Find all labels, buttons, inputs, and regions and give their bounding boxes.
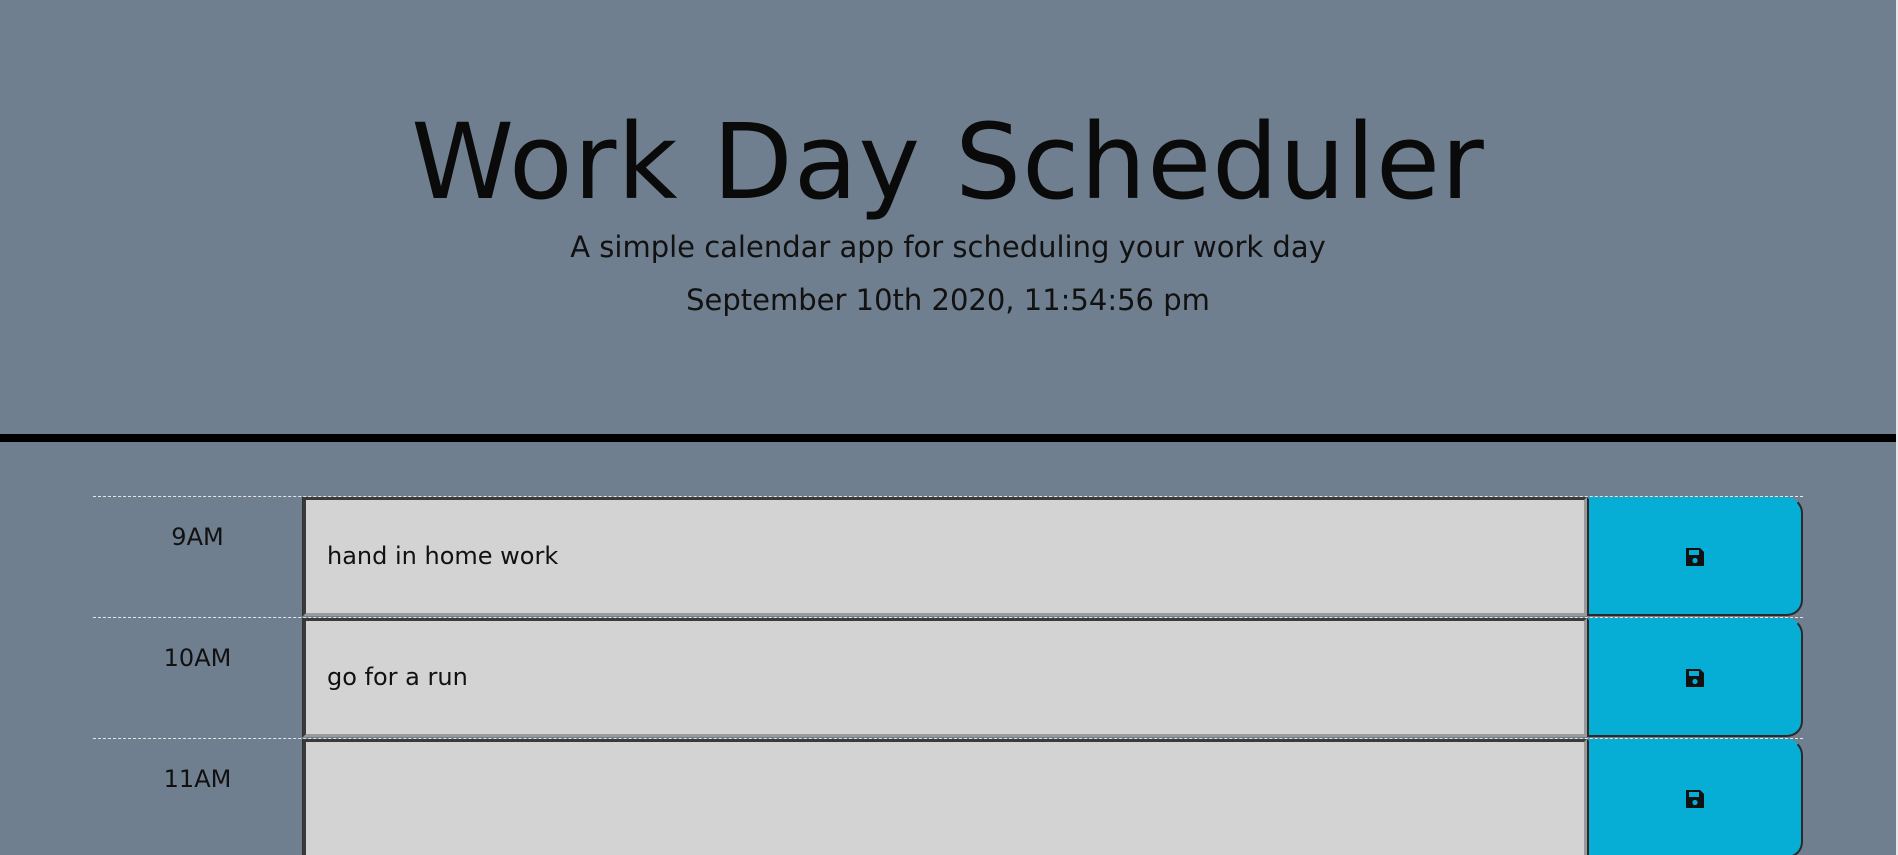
save-icon [1686, 668, 1704, 687]
current-datetime: September 10th 2020, 11:54:56 pm [686, 283, 1210, 317]
event-description-input[interactable]: hand in home work [303, 497, 1587, 616]
page-subtitle: A simple calendar app for scheduling you… [570, 230, 1326, 264]
page: Work Day Scheduler A simple calendar app… [0, 0, 1898, 855]
page-title: Work Day Scheduler [411, 101, 1485, 223]
save-icon [1686, 789, 1704, 808]
event-description-input[interactable] [303, 739, 1587, 855]
header: Work Day Scheduler A simple calendar app… [0, 0, 1896, 442]
save-button[interactable] [1587, 739, 1803, 855]
time-block-row: 11AM [93, 738, 1803, 855]
save-icon [1686, 547, 1704, 566]
save-button[interactable] [1587, 618, 1803, 737]
schedule-container: 9AM hand in home work 10AM go for a run [93, 496, 1803, 855]
hour-label: 11AM [93, 739, 303, 855]
hour-label: 9AM [93, 497, 303, 616]
save-button[interactable] [1587, 497, 1803, 616]
hour-label: 10AM [93, 618, 303, 737]
event-description-input[interactable]: go for a run [303, 618, 1587, 737]
time-block-row: 10AM go for a run [93, 617, 1803, 737]
time-block-row: 9AM hand in home work [93, 496, 1803, 616]
